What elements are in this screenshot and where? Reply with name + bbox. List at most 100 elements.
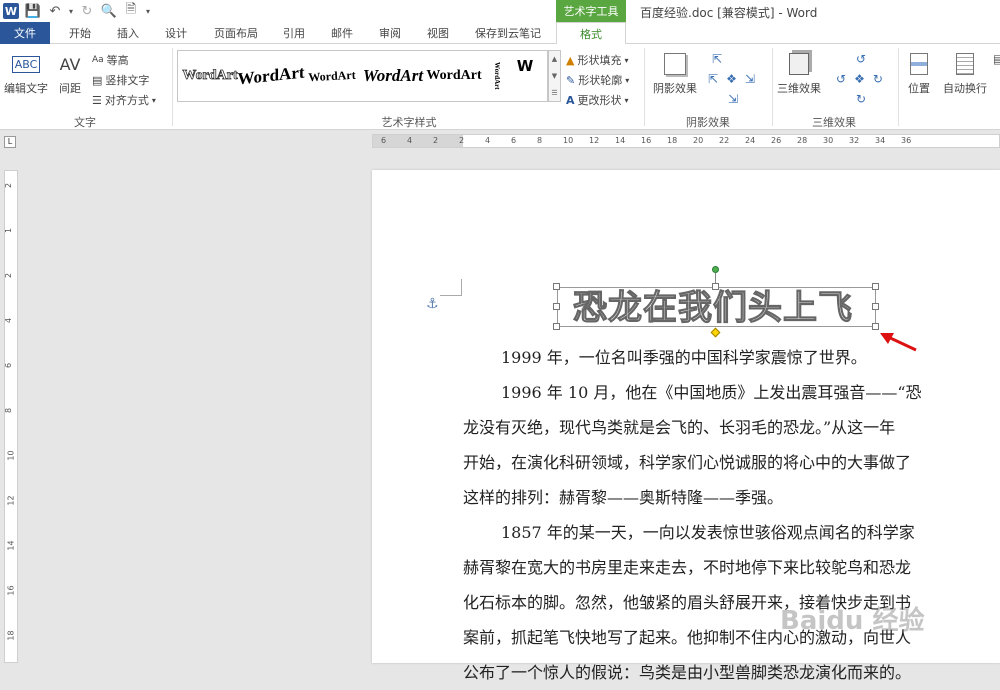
tab-format[interactable]: 格式 — [556, 22, 626, 45]
vertical-ruler[interactable]: 2 1 2 4 6 8 10 12 14 16 18 — [4, 170, 18, 663]
divider — [172, 48, 173, 126]
wordart-title[interactable]: 恐龙在我们头上飞 — [553, 280, 873, 328]
wrap-text-button[interactable]: 自动换行 — [940, 48, 990, 96]
ruler-tick-label: 6 — [4, 362, 14, 369]
margin-corner-mark — [440, 279, 462, 296]
ruler-tick-label: 34 — [875, 136, 886, 145]
anchor-icon: ⚓ — [426, 296, 439, 312]
divider — [898, 48, 899, 126]
wordart-sample-plain[interactable]: WordArt — [424, 51, 484, 101]
change-shape-button[interactable]: A 更改形状 ▾ — [566, 92, 629, 108]
wordart-sample-heavy[interactable]: W — [508, 51, 542, 81]
tab-home[interactable]: 开始 — [58, 22, 102, 44]
wordart-sample-arc[interactable]: WordArt — [237, 48, 304, 105]
tab-design[interactable]: 设计 — [154, 22, 198, 44]
gallery-more-icon[interactable]: ☰ — [551, 89, 557, 97]
wordart-sample-vertical[interactable]: WordArt — [490, 51, 504, 101]
resize-handle-e[interactable] — [872, 303, 879, 310]
tilt-right-icon: ↻ — [872, 72, 883, 86]
spacing-icon: AV — [59, 54, 81, 74]
paragraph-line: 1996 年 10 月，他在《中国地质》上发出震耳强音——“恐 — [501, 383, 922, 402]
print-preview-icon[interactable]: 🔍 — [98, 0, 120, 22]
wordart-sample-bold[interactable]: WordArt — [362, 51, 424, 101]
vertical-text-button[interactable]: ▤ 竖排文字 — [92, 72, 149, 88]
edit-text-button[interactable]: ABC 编辑文字 — [4, 48, 48, 96]
ruler-tick-label: 30 — [823, 136, 834, 145]
rotation-handle[interactable] — [712, 266, 719, 273]
ruler-tick-label: 14 — [6, 540, 16, 551]
wrap-text-label: 自动换行 — [943, 82, 987, 95]
ruler-margin — [373, 135, 463, 147]
save-icon[interactable]: 💾 — [22, 0, 44, 22]
group-label-3d: 三维效果 — [812, 116, 856, 129]
tilt-up-icon: ↺ — [856, 52, 867, 66]
position-icon — [910, 48, 928, 80]
divider — [772, 48, 773, 126]
ruler-tick-label: 12 — [589, 136, 600, 145]
shadow-effects-button[interactable]: 阴影效果 — [652, 48, 698, 96]
document-body[interactable]: 1999 年，一位名叫季强的中国科学家震惊了世界。 1996 年 10 月，他在… — [463, 340, 998, 690]
nudge-down-button[interactable]: ⇲ — [728, 92, 738, 106]
edit-text-icon: ABC — [11, 48, 41, 80]
even-height-button[interactable]: Aa 等高 — [92, 52, 129, 68]
quick-access-toolbar: W 💾 ↶ ▾ ↻ 🔍 🗎 ▾ — [0, 0, 154, 22]
tab-save-to-cloud-note[interactable]: 保存到云笔记 — [466, 22, 550, 44]
3d-effects-label: 三维效果 — [777, 82, 821, 95]
redo-icon[interactable]: ↻ — [76, 0, 98, 22]
scroll-down-icon[interactable]: ▼ — [552, 72, 557, 80]
tab-page-layout[interactable]: 页面布局 — [204, 22, 268, 44]
horizontal-ruler[interactable]: 6 4 2 2 4 6 8 10 12 14 16 18 20 22 24 26 28 30 32 34 36 — [372, 134, 1000, 148]
tab-selector-icon[interactable]: L — [4, 136, 16, 148]
nudge-shadow-row[interactable]: ⇱ ❖ ⇲ — [708, 72, 755, 86]
shape-fill-button[interactable]: ▲ 形状填充 ▾ — [566, 52, 628, 68]
text-effect-icon: A — [566, 93, 575, 107]
resize-handle-ne[interactable] — [872, 283, 879, 290]
divider — [644, 48, 645, 126]
nudge-shadow-controls[interactable]: ⇱ — [712, 52, 722, 66]
undo-icon[interactable]: ↶ — [44, 0, 66, 22]
wordart-style-gallery[interactable]: WordArt WordArt WordArt WordArt WordArt … — [177, 50, 548, 102]
customize-qat-icon[interactable]: ▾ — [142, 0, 154, 22]
ruler-tick-label: 4 — [485, 136, 491, 145]
group-label-shadow: 阴影效果 — [686, 116, 730, 129]
tab-file[interactable]: 文件 — [0, 22, 50, 44]
wordart-sample-outline[interactable]: WordArt — [180, 51, 240, 101]
wordart-sample-wave[interactable]: WordArt — [301, 49, 364, 102]
ruler-tick-label: 20 — [693, 136, 704, 145]
undo-dropdown-icon[interactable]: ▾ — [66, 0, 76, 22]
tab-review[interactable]: 审阅 — [368, 22, 412, 44]
wordart-tools-label: 艺术字工具 — [556, 0, 626, 22]
ruler-tick-label: 2 — [4, 272, 14, 279]
tilt-down-button[interactable]: ↻ — [856, 92, 866, 106]
tab-view[interactable]: 视图 — [416, 22, 460, 44]
nudge-down-icon: ⇲ — [728, 92, 739, 106]
3d-effects-button[interactable]: 三维效果 — [776, 48, 822, 96]
shape-outline-button[interactable]: ✎ 形状轮廓 ▾ — [566, 72, 629, 88]
even-height-icon: Aa — [92, 55, 104, 65]
ruler-tick-label: 10 — [563, 136, 574, 145]
tilt-up-button[interactable]: ↺ — [856, 52, 866, 66]
toggle-shadow-icon: ❖ — [726, 72, 737, 86]
position-button[interactable]: 位置 — [904, 48, 934, 96]
group-label-text: 文字 — [74, 116, 96, 129]
ruler-tick-label: 2 — [459, 136, 465, 145]
tab-insert[interactable]: 插入 — [106, 22, 150, 44]
align-text-icon: ☰ — [92, 93, 102, 107]
scroll-up-icon[interactable]: ▲ — [552, 55, 557, 63]
tilt-row[interactable]: ↺ ❖ ↻ — [836, 72, 883, 86]
tab-references[interactable]: 引用 — [272, 22, 316, 44]
align-text-button[interactable]: ☰ 对齐方式 ▾ — [92, 92, 156, 108]
ruler-tick-label: 24 — [745, 136, 756, 145]
tab-mailings[interactable]: 邮件 — [320, 22, 364, 44]
ruler-tick-label: 22 — [719, 136, 730, 145]
more-arrange-icon[interactable]: ▤ — [993, 52, 1000, 66]
resize-handle-se[interactable] — [872, 323, 879, 330]
spacing-button[interactable]: AV 间距 — [54, 48, 86, 96]
ruler-tick-label: 12 — [6, 495, 16, 506]
ruler-tick-label: 18 — [6, 630, 16, 641]
wrap-text-icon — [956, 48, 974, 80]
tilt-left-icon: ↺ — [836, 72, 847, 86]
3d-effects-icon — [789, 48, 809, 80]
new-document-icon[interactable]: 🗎 — [120, 0, 142, 22]
gallery-scroll[interactable]: ▲ ▼ ☰ — [548, 50, 561, 102]
